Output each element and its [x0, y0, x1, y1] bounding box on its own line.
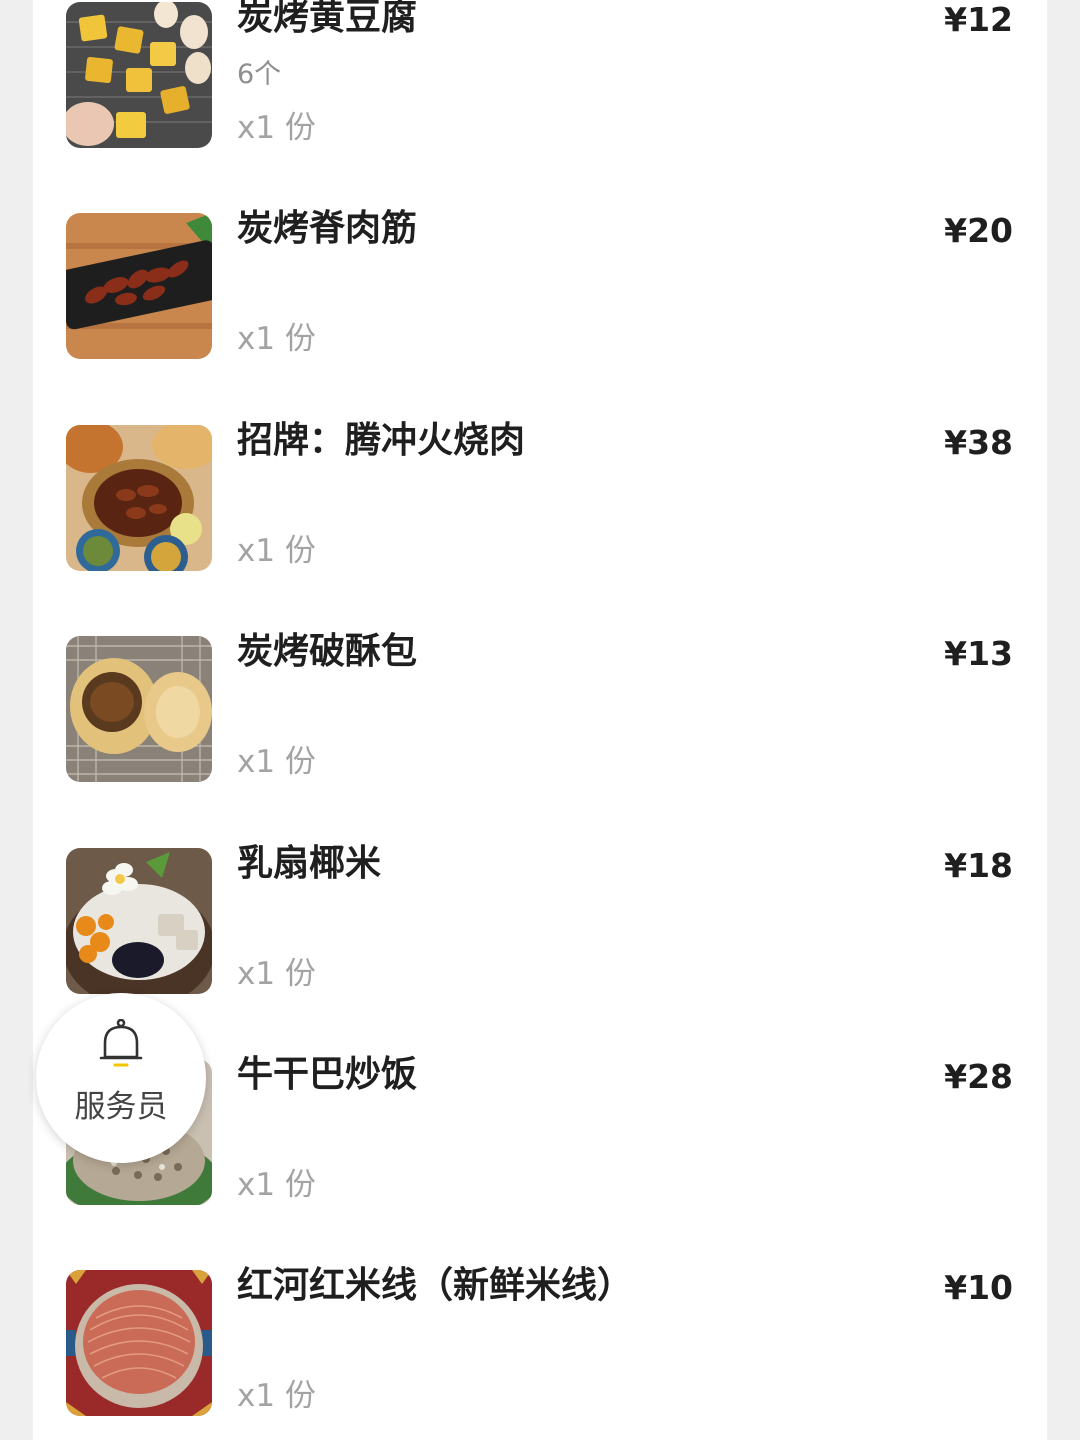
item-name: 炭烤黄豆腐: [237, 0, 418, 38]
item-name: 牛干巴炒饭: [237, 1054, 418, 1095]
item-price: ¥10: [944, 1268, 1013, 1307]
red-rice-noodle-photo: [66, 1270, 212, 1416]
item-quantity: x1 份: [237, 956, 316, 992]
call-waiter-button[interactable]: 服务员: [36, 993, 206, 1163]
item-price: ¥38: [944, 423, 1013, 462]
item-quantity: x1 份: [237, 1378, 316, 1414]
item-price: ¥18: [944, 846, 1013, 885]
item-quantity: x1 份: [237, 744, 316, 780]
order-items-card: 炭烤黄豆腐 6个 x1 份 ¥12 炭烤脊肉筋 x1 份 ¥20 招牌：腾冲火烧…: [33, 0, 1047, 1440]
order-item[interactable]: 炭烤破酥包 x1 份 ¥13: [33, 631, 1047, 848]
item-quantity: x1 份: [237, 110, 316, 146]
order-item[interactable]: 招牌：腾冲火烧肉 x1 份 ¥38: [33, 420, 1047, 637]
bell-icon: [99, 1018, 143, 1069]
item-name: 炭烤脊肉筋: [237, 208, 418, 249]
item-quantity: x1 份: [237, 533, 316, 569]
item-name: 炭烤破酥包: [237, 631, 418, 672]
order-item[interactable]: 炭烤脊肉筋 x1 份 ¥20: [33, 208, 1047, 425]
call-waiter-label: 服务员: [74, 1089, 168, 1125]
grilled-tofu-photo: [66, 2, 212, 148]
item-name: 招牌：腾冲火烧肉: [237, 420, 526, 461]
item-quantity: x1 份: [237, 1167, 316, 1203]
item-quantity: x1 份: [237, 321, 316, 357]
grilled-pork-tendon-photo: [66, 213, 212, 359]
order-item[interactable]: 红河红米线（新鲜米线） x1 份 ¥10: [33, 1265, 1047, 1440]
item-price: ¥20: [944, 211, 1013, 250]
coconut-dessert-photo: [66, 848, 212, 994]
item-spec: 6个: [237, 59, 282, 90]
item-price: ¥13: [944, 634, 1013, 673]
item-price: ¥28: [944, 1057, 1013, 1096]
item-price: ¥12: [944, 0, 1013, 39]
item-name: 红河红米线（新鲜米线）: [237, 1265, 634, 1306]
tengchong-roast-pork-photo: [66, 425, 212, 571]
item-name: 乳扇椰米: [237, 843, 382, 884]
order-item[interactable]: 炭烤黄豆腐 6个 x1 份 ¥12: [33, 0, 1047, 214]
grilled-bun-photo: [66, 636, 212, 782]
